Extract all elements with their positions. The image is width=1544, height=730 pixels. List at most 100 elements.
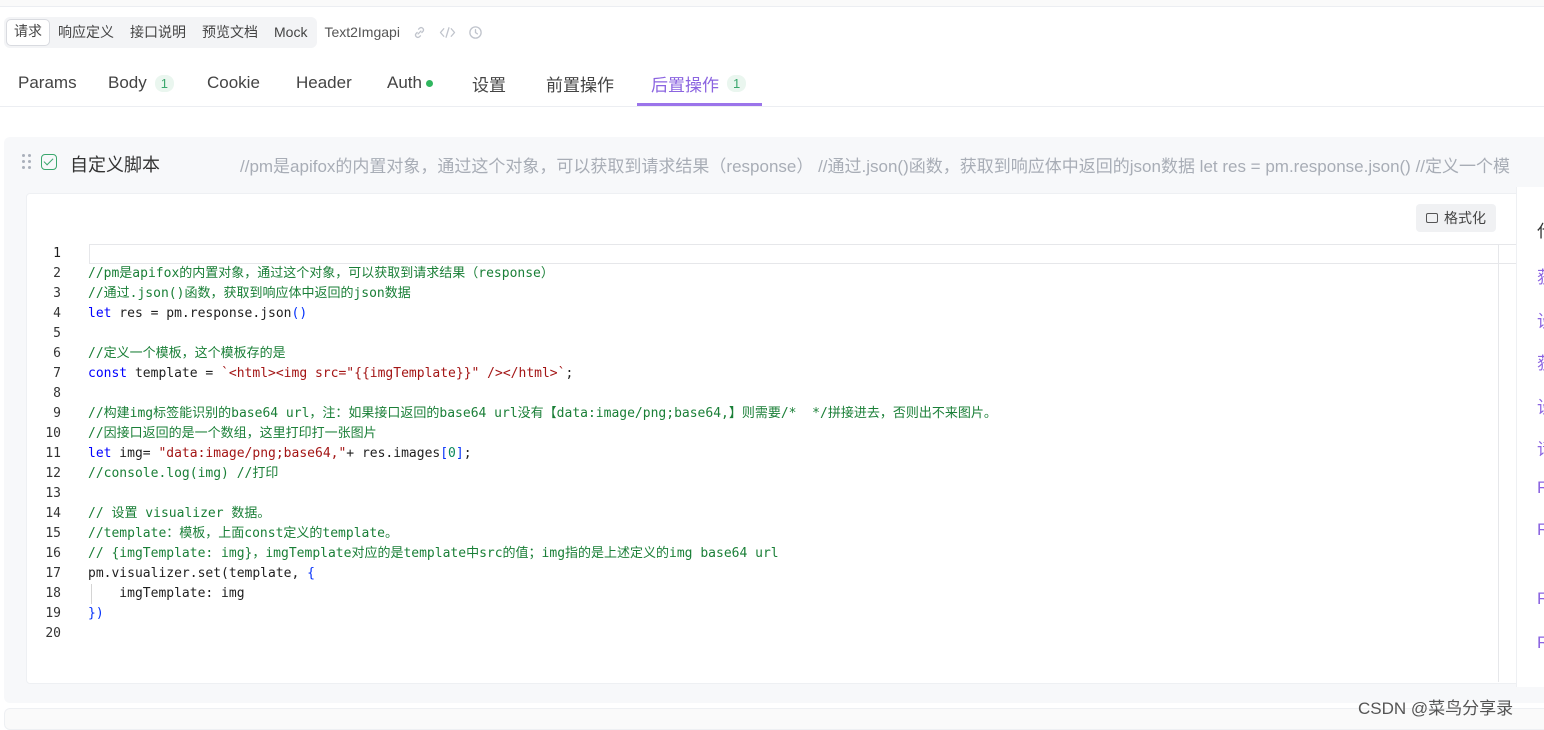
- line-number: 7: [53, 366, 61, 381]
- line-number: 9: [53, 406, 61, 421]
- tab-header-label: Header: [296, 73, 352, 92]
- mode-tab-api-description[interactable]: 接口说明: [122, 20, 194, 45]
- snippet-item[interactable]: 请: [1537, 435, 1544, 460]
- mode-tab-request[interactable]: 请求: [6, 18, 50, 46]
- mode-tab-group: 请求 响应定义 接口说明 预览文档 Mock: [4, 16, 318, 48]
- custom-script-card: 自定义脚本 //pm是apifox的内置对象，通过这个对象，可以获取到请求结果（…: [4, 137, 1544, 703]
- code-line: 6 //定义一个模板，这个模板存的是: [27, 344, 1517, 364]
- line-number: 17: [45, 566, 61, 581]
- code-line: 15 //template：模板，上面const定义的template。: [27, 524, 1517, 544]
- mode-tab-response-definition[interactable]: 响应定义: [50, 20, 122, 45]
- line-number: 13: [45, 486, 61, 501]
- code-icon[interactable]: [439, 25, 456, 40]
- line-number: 12: [45, 466, 61, 481]
- enable-checkbox[interactable]: [41, 154, 57, 170]
- snippet-item[interactable]: R: [1537, 520, 1544, 540]
- script-header[interactable]: 自定义脚本 //pm是apifox的内置对象，通过这个对象，可以获取到请求结果（…: [4, 137, 1544, 187]
- line-number: 14: [45, 506, 61, 521]
- code-lines[interactable]: 1 2 //pm是apifox的内置对象，通过这个对象，可以获取到请求结果（res…: [27, 244, 1517, 644]
- link-icon[interactable]: [412, 25, 427, 40]
- code-line: 14 // 设置 visualizer 数据。: [27, 504, 1517, 524]
- line-number: 11: [45, 446, 61, 461]
- tab-settings-label: 设置: [472, 75, 506, 95]
- line-number: 16: [45, 546, 61, 561]
- tab-body[interactable]: Body 1: [108, 60, 174, 106]
- code-text: }): [88, 606, 104, 621]
- tab-params[interactable]: Params: [18, 60, 77, 106]
- tab-pre-label: 前置操作: [546, 75, 614, 95]
- code-text: let img= "data:image/png;base64,"+ res.i…: [88, 446, 472, 461]
- snippet-sidebar: 代 获 设 获 设 请 R R R R: [1516, 187, 1544, 687]
- drag-handle-icon[interactable]: [22, 154, 34, 170]
- tab-post-operations[interactable]: 后置操作 1: [651, 60, 747, 106]
- line-number: 8: [53, 386, 61, 401]
- format-button-label: 格式化: [1444, 210, 1486, 226]
- code-text: //console.log(img) //打印: [88, 466, 279, 481]
- tab-settings[interactable]: 设置: [472, 60, 506, 106]
- top-edge: [0, 0, 1544, 7]
- line-number: 18: [45, 586, 61, 601]
- tab-auth[interactable]: Auth: [387, 60, 433, 106]
- code-line: 10 //因接口返回的是一个数组，这里打印打一张图片: [27, 424, 1517, 444]
- snippet-sidebar-title: 代: [1537, 217, 1544, 242]
- tab-body-count: 1: [154, 74, 174, 92]
- code-line: 13: [27, 484, 1517, 504]
- code-text: let res = pm.response.json(): [88, 306, 308, 321]
- tab-pre-operations[interactable]: 前置操作: [546, 60, 614, 106]
- tab-post-count: 1: [727, 74, 747, 92]
- format-icon: [1426, 213, 1438, 223]
- line-number: 4: [53, 306, 61, 321]
- tab-header[interactable]: Header: [296, 60, 352, 106]
- format-button[interactable]: 格式化: [1416, 204, 1496, 232]
- snippet-item[interactable]: 获: [1537, 349, 1544, 374]
- script-preview-text: //pm是apifox的内置对象，通过这个对象，可以获取到请求结果（respon…: [240, 157, 1511, 176]
- code-line: 18 imgTemplate: img: [27, 584, 1517, 604]
- tab-params-label: Params: [18, 73, 77, 92]
- code-line: 20: [27, 624, 1517, 644]
- tab-post-label: 后置操作: [651, 75, 719, 95]
- code-text: //template：模板，上面const定义的template。: [88, 526, 399, 541]
- api-name: Text2Imgapi: [324, 24, 400, 40]
- code-line: 3 //通过.json()函数，获取到响应体中返回的json数据: [27, 284, 1517, 304]
- code-text: //pm是apifox的内置对象，通过这个对象，可以获取到请求结果（respon…: [88, 266, 554, 281]
- tab-cookie[interactable]: Cookie: [207, 60, 260, 106]
- tab-auth-label: Auth: [387, 73, 422, 92]
- line-number: 3: [53, 286, 61, 301]
- snippet-item[interactable]: 设: [1537, 393, 1544, 418]
- code-line: 8: [27, 384, 1517, 404]
- line-number: 20: [45, 626, 61, 641]
- snippet-item[interactable]: R: [1537, 633, 1544, 653]
- next-card-edge: [4, 708, 1544, 730]
- code-line: 4 let res = pm.response.json(): [27, 304, 1517, 324]
- request-tab-bar: Params Body 1 Cookie Header Auth 设置 前置操作 …: [0, 60, 1544, 107]
- line-number: 1: [53, 246, 61, 261]
- code-line: 1: [27, 244, 1517, 264]
- code-line: 5: [27, 324, 1517, 344]
- snippet-item[interactable]: R: [1537, 589, 1544, 609]
- snippet-item[interactable]: 设: [1537, 307, 1544, 332]
- line-number: 5: [53, 326, 61, 341]
- code-text: // {imgTemplate: img}，imgTemplate对应的是tem…: [88, 546, 779, 561]
- line-number: 2: [53, 266, 61, 281]
- active-tab-indicator: [637, 103, 762, 106]
- line-number: 19: [45, 606, 61, 621]
- mode-tab-mock[interactable]: Mock: [266, 20, 315, 45]
- mode-tab-preview-doc[interactable]: 预览文档: [194, 20, 266, 45]
- code-text: //定义一个模板，这个模板存的是: [88, 346, 286, 361]
- line-number: 10: [45, 426, 61, 441]
- code-text: pm.visualizer.set(template, {: [88, 566, 315, 581]
- history-icon[interactable]: [468, 25, 483, 40]
- code-line: 17 pm.visualizer.set(template, {: [27, 564, 1517, 584]
- tab-body-label: Body: [108, 73, 147, 92]
- snippet-item[interactable]: 获: [1537, 263, 1544, 288]
- code-text: //因接口返回的是一个数组，这里打印打一张图片: [88, 426, 377, 441]
- code-text: imgTemplate: img: [88, 586, 245, 601]
- line-number: 6: [53, 346, 61, 361]
- code-line: 12 //console.log(img) //打印: [27, 464, 1517, 484]
- snippet-item[interactable]: R: [1537, 478, 1544, 498]
- code-text: //构建img标签能识别的base64 url，注：如果接口返回的base64 …: [88, 406, 997, 421]
- line-number: 15: [45, 526, 61, 541]
- watermark: CSDN @菜鸟分享录: [1358, 699, 1514, 718]
- code-editor[interactable]: 格式化 1 2 //pm是apifox的内置对象，通过这个对象，可以获取到请求结果…: [26, 193, 1544, 684]
- code-text: //通过.json()函数，获取到响应体中返回的json数据: [88, 286, 411, 301]
